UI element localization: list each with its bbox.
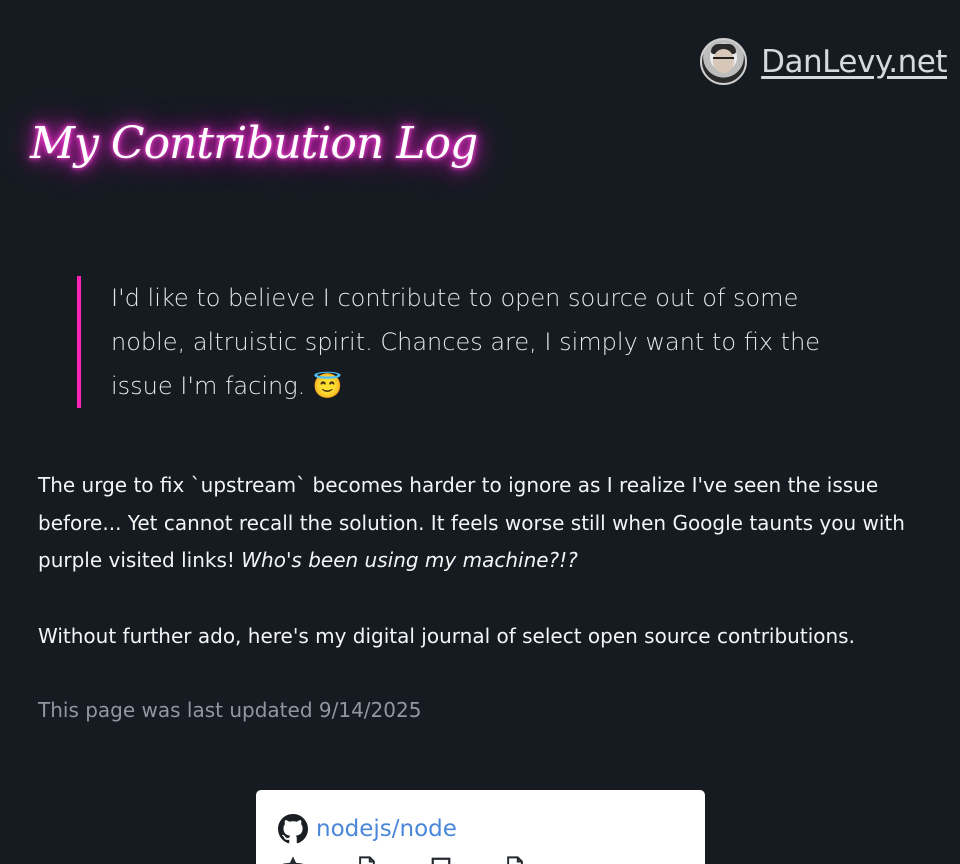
repo-card[interactable]: nodejs/node <box>256 790 705 864</box>
repo-link[interactable]: nodejs/node <box>316 816 457 842</box>
star-icon <box>283 856 303 864</box>
intro-quote: I'd like to believe I contribute to open… <box>77 276 831 408</box>
repo-header: nodejs/node <box>278 814 457 844</box>
page: DanLevy.net My Contribution Log I'd like… <box>0 0 960 864</box>
site-name[interactable]: DanLevy.net <box>761 44 947 80</box>
intro-paragraph: The urge to fix `upstream` becomes harde… <box>38 467 908 580</box>
journal-intro-paragraph: Without further ado, here's my digital j… <box>38 624 855 648</box>
site-home-link[interactable]: DanLevy.net <box>700 38 947 85</box>
avatar <box>700 38 748 85</box>
avatar-glasses <box>713 57 735 65</box>
quote-text: I'd like to believe I contribute to open… <box>111 284 821 400</box>
file-icon <box>359 856 375 864</box>
last-updated-text: This page was last updated 9/14/2025 <box>38 698 422 722</box>
repo-stats <box>282 856 526 864</box>
page-title: My Contribution Log <box>30 118 478 169</box>
issue-icon <box>431 857 451 864</box>
intro-paragraph-emphasis: Who's been using my machine?!? <box>241 548 578 572</box>
file-icon <box>507 856 523 864</box>
github-icon <box>278 814 308 844</box>
